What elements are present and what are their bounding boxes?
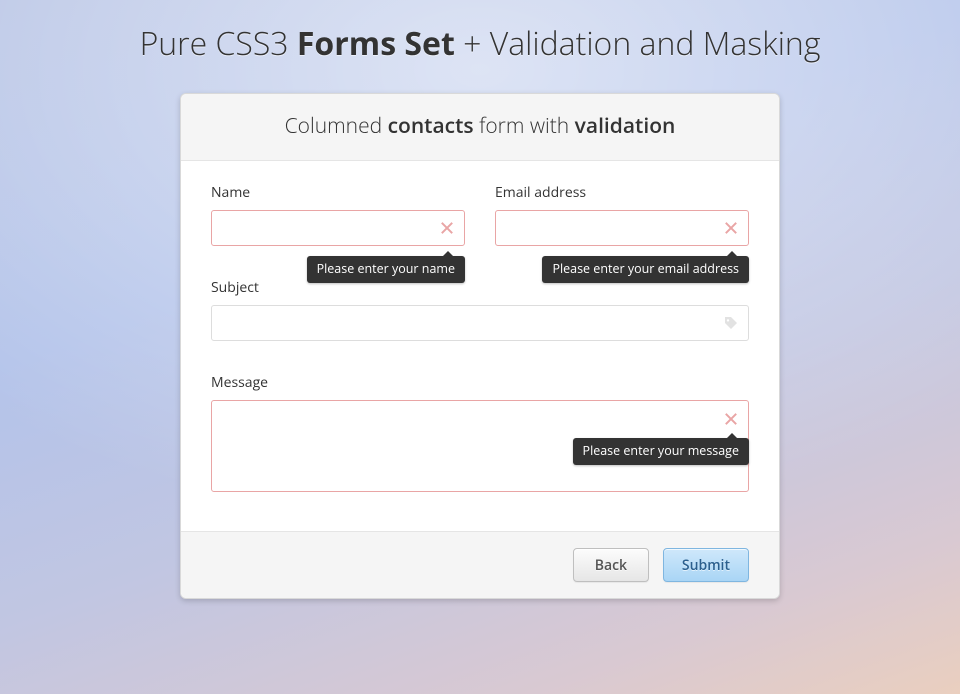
name-input[interactable]: [211, 210, 465, 246]
message-error-tooltip: Please enter your message: [573, 438, 749, 465]
name-error-tooltip: Please enter your name: [307, 256, 465, 283]
back-button[interactable]: Back: [573, 548, 649, 582]
field-subject: Subject: [211, 278, 749, 341]
form-header-text: Columned: [285, 112, 388, 140]
error-icon: [723, 219, 739, 235]
form-body: Name Please enter your name Email addres…: [181, 161, 779, 531]
email-input[interactable]: [495, 210, 749, 246]
page-title: Pure CSS3 Forms Set + Validation and Mas…: [0, 0, 960, 65]
name-label: Name: [211, 183, 465, 202]
form-header: Columned contacts form with validation: [181, 94, 779, 161]
form-header-text-2: form with: [474, 112, 575, 140]
form-card: Columned contacts form with validation N…: [180, 93, 780, 599]
page-title-part: Pure CSS3: [140, 22, 297, 65]
page-title-part-2: + Validation and Masking: [455, 22, 821, 65]
field-name: Name Please enter your name: [211, 183, 465, 246]
tag-icon: [723, 314, 739, 330]
error-icon: [723, 410, 739, 426]
subject-input[interactable]: [211, 305, 749, 341]
page-title-bold: Forms Set: [297, 22, 455, 65]
field-message: Message Please enter your message: [211, 373, 749, 497]
submit-button[interactable]: Submit: [663, 548, 749, 582]
message-label: Message: [211, 373, 749, 392]
email-error-tooltip: Please enter your email address: [542, 256, 749, 283]
form-header-bold-2: validation: [575, 112, 676, 140]
email-label: Email address: [495, 183, 749, 202]
field-email: Email address Please enter your email ad…: [495, 183, 749, 246]
form-header-bold-1: contacts: [388, 112, 474, 140]
error-icon: [439, 219, 455, 235]
form-footer: Back Submit: [181, 531, 779, 598]
